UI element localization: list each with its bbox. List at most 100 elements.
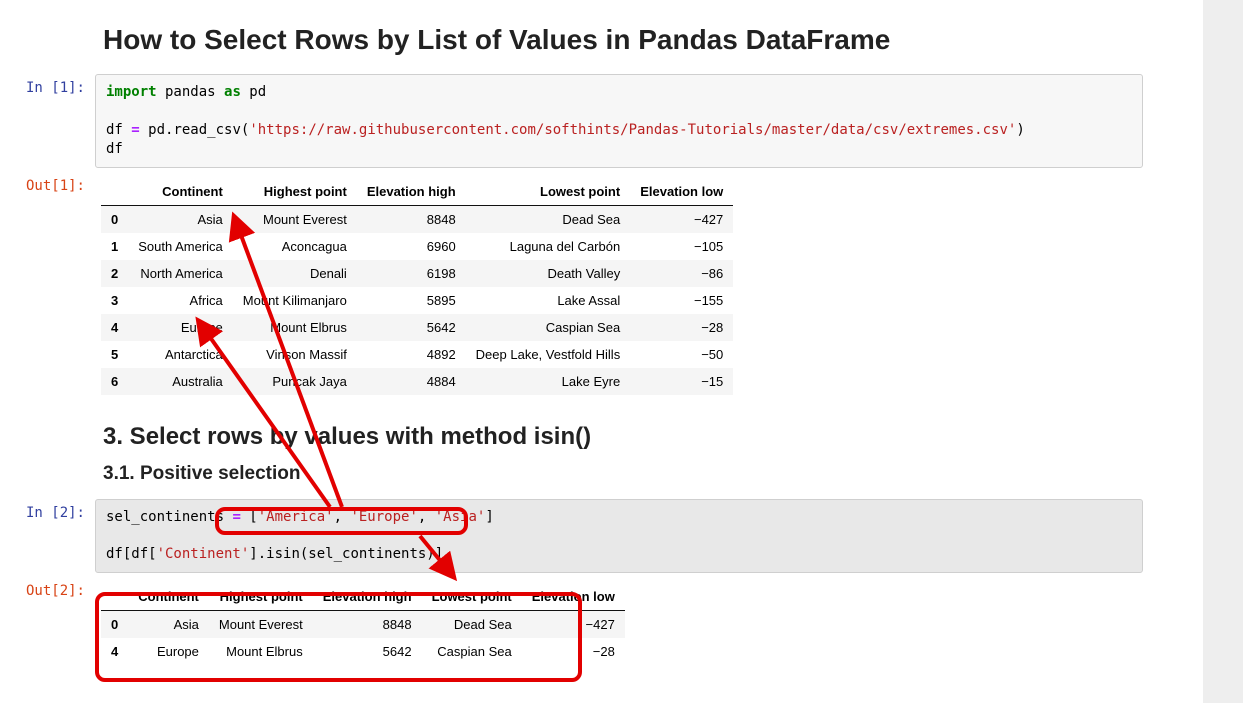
table-cell: −28 — [630, 314, 733, 341]
table-row: 2North AmericaDenali6198Death Valley−86 — [101, 260, 733, 287]
table-cell: Lake Assal — [466, 287, 631, 314]
col-header — [101, 178, 128, 206]
table-cell: Dead Sea — [422, 611, 522, 639]
cell-in-1: In [1]: import pandas as pd df = pd.read… — [0, 74, 1203, 168]
col-header: Continent — [128, 178, 233, 206]
prompt-in-1: In [1]: — [0, 74, 95, 102]
code-text: sel_continents — [106, 509, 232, 525]
table-header-row: Continent Highest point Elevation high L… — [101, 583, 625, 611]
code-cell-1[interactable]: import pandas as pd df = pd.read_csv('ht… — [95, 74, 1143, 168]
col-header: Continent — [128, 583, 209, 611]
table-row: 4EuropeMount Elbrus5642Caspian Sea−28 — [101, 314, 733, 341]
table-row: 4EuropeMount Elbrus5642Caspian Sea−28 — [101, 638, 625, 665]
col-header: Highest point — [233, 178, 357, 206]
code-text: df[df[ — [106, 546, 157, 562]
operator-eq: = — [131, 122, 139, 138]
table-cell: 6198 — [357, 260, 466, 287]
col-header: Elevation low — [522, 583, 625, 611]
col-header: Elevation low — [630, 178, 733, 206]
table-cell: 6960 — [357, 233, 466, 260]
table-cell: Europe — [128, 638, 209, 665]
col-header: Elevation high — [313, 583, 422, 611]
table-cell: Africa — [128, 287, 233, 314]
table-cell: −50 — [630, 341, 733, 368]
table-cell: Australia — [128, 368, 233, 395]
table-row: 0AsiaMount Everest8848Dead Sea−427 — [101, 205, 733, 233]
table-row: 6AustraliaPuncak Jaya4884Lake Eyre−15 — [101, 368, 733, 395]
table-cell: Mount Elbrus — [233, 314, 357, 341]
row-index: 5 — [101, 341, 128, 368]
row-index: 2 — [101, 260, 128, 287]
table-cell: 5642 — [357, 314, 466, 341]
table-cell: Europe — [128, 314, 233, 341]
row-index: 3 — [101, 287, 128, 314]
string-literal: 'Continent' — [157, 546, 250, 562]
page-title: How to Select Rows by List of Values in … — [103, 24, 1203, 56]
table-cell: Laguna del Carbón — [466, 233, 631, 260]
table-cell: Mount Kilimanjaro — [233, 287, 357, 314]
table-cell: −28 — [522, 638, 625, 665]
table-cell: Lake Eyre — [466, 368, 631, 395]
table-cell: 8848 — [313, 611, 422, 639]
scrollbar-gutter[interactable] — [1203, 0, 1243, 703]
output-table-2: Continent Highest point Elevation high L… — [101, 583, 625, 665]
string-literal: 'https://raw.githubusercontent.com/softh… — [249, 122, 1016, 138]
code-text: pandas — [157, 84, 224, 100]
subsection-heading: 3.1. Positive selection — [103, 463, 1203, 485]
table-cell: Denali — [233, 260, 357, 287]
table-cell: −15 — [630, 368, 733, 395]
table-cell: 8848 — [357, 205, 466, 233]
col-header: Elevation high — [357, 178, 466, 206]
table-cell: Caspian Sea — [422, 638, 522, 665]
table-cell: 5895 — [357, 287, 466, 314]
string-literal: 'Europe' — [350, 509, 417, 525]
table-cell: Dead Sea — [466, 205, 631, 233]
col-header: Highest point — [209, 583, 313, 611]
notebook-body: How to Select Rows by List of Values in … — [0, 24, 1243, 675]
table-cell: 4884 — [357, 368, 466, 395]
row-index: 0 — [101, 611, 128, 639]
table-cell: Asia — [128, 205, 233, 233]
prompt-in-2: In [2]: — [0, 499, 95, 527]
table-cell: Mount Everest — [209, 611, 313, 639]
code-text: pd.read_csv( — [140, 122, 250, 138]
table-cell: Deep Lake, Vestfold Hills — [466, 341, 631, 368]
table-cell: Puncak Jaya — [233, 368, 357, 395]
operator-eq: = — [232, 509, 240, 525]
section-heading: 3. Select rows by values with method isi… — [103, 423, 1203, 451]
table-cell: Caspian Sea — [466, 314, 631, 341]
code-text: [ — [241, 509, 258, 525]
table-cell: Aconcagua — [233, 233, 357, 260]
cell-out-1: Out[1]: Continent Highest point Elevatio… — [0, 172, 1203, 405]
keyword-import: import — [106, 84, 157, 100]
table-cell: 5642 — [313, 638, 422, 665]
table-cell: −86 — [630, 260, 733, 287]
table-row: 1South AmericaAconcagua6960Laguna del Ca… — [101, 233, 733, 260]
table-cell: −427 — [630, 205, 733, 233]
table-cell: Vinson Massif — [233, 341, 357, 368]
table-cell: Death Valley — [466, 260, 631, 287]
row-index: 4 — [101, 638, 128, 665]
row-index: 1 — [101, 233, 128, 260]
code-text: ] — [485, 509, 493, 525]
table-header-row: Continent Highest point Elevation high L… — [101, 178, 733, 206]
code-text: , — [418, 509, 435, 525]
table-cell: Mount Everest — [233, 205, 357, 233]
code-text: df — [106, 122, 131, 138]
col-header — [101, 583, 128, 611]
code-text: df — [106, 141, 123, 157]
prompt-out-1: Out[1]: — [0, 172, 95, 200]
table-cell: −155 — [630, 287, 733, 314]
table-row: 0AsiaMount Everest8848Dead Sea−427 — [101, 611, 625, 639]
table-cell: Mount Elbrus — [209, 638, 313, 665]
table-cell: −427 — [522, 611, 625, 639]
code-text: ) — [1016, 122, 1024, 138]
table-cell: Asia — [128, 611, 209, 639]
table-cell: North America — [128, 260, 233, 287]
prompt-out-2: Out[2]: — [0, 577, 95, 605]
code-cell-2[interactable]: sel_continents = ['America', 'Europe', '… — [95, 499, 1143, 574]
code-text: ].isin(sel_continents)] — [249, 546, 443, 562]
cell-in-2: In [2]: sel_continents = ['America', 'Eu… — [0, 499, 1203, 574]
string-literal: 'America' — [258, 509, 334, 525]
table-cell: −105 — [630, 233, 733, 260]
